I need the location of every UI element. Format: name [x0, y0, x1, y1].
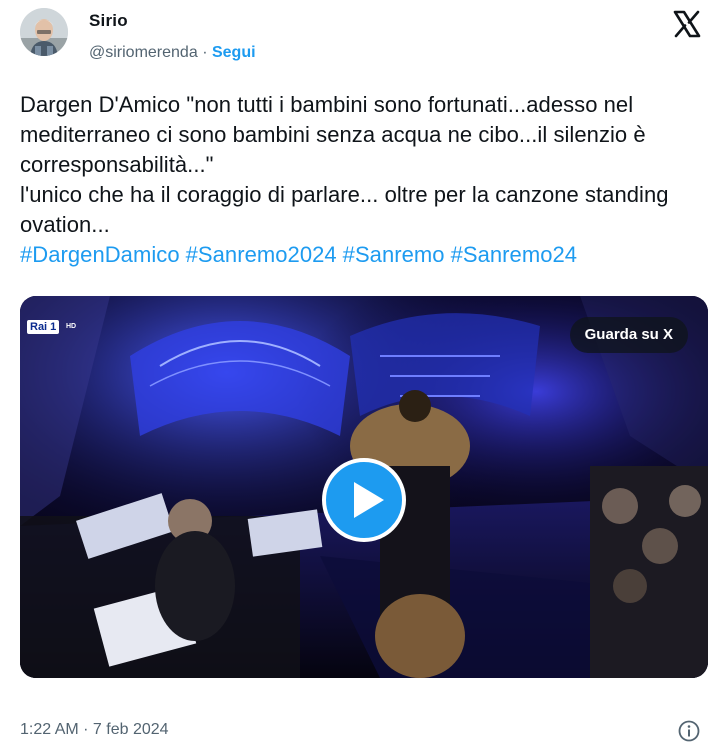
timestamp[interactable]: 1:22 AM · 7 feb 2024 — [20, 721, 169, 739]
info-icon[interactable] — [678, 720, 700, 742]
watch-on-x-button[interactable]: Guarda su X — [569, 317, 688, 353]
hashtag-link[interactable]: #Sanremo2024 — [186, 242, 337, 267]
separator: · — [202, 44, 208, 61]
tweet-line: Dargen D'Amico "non tutti i bambini sono… — [20, 92, 646, 177]
channel-sub: HD — [66, 323, 77, 330]
play-icon — [354, 482, 384, 518]
hashtag-link[interactable]: #Sanremo24 — [451, 242, 577, 267]
tweet-text: Dargen D'Amico "non tutti i bambini sono… — [20, 90, 710, 270]
tweet-line: l'unico che ha il coraggio di parlare...… — [20, 182, 669, 237]
hashtag-link[interactable]: #DargenDamico — [20, 242, 180, 267]
author-handle[interactable]: @siriomerenda — [89, 44, 198, 61]
bernie-sanders-avatar — [20, 8, 68, 56]
avatar[interactable] — [20, 8, 68, 56]
author-handle-row: @siriomerenda · Segui — [89, 44, 256, 62]
hashtag-link[interactable]: #Sanremo — [343, 242, 445, 267]
hashtags: #DargenDamico #Sanremo2024 #Sanremo #Sanrem… — [20, 240, 710, 270]
video-media[interactable]: Rai 1 HD Guarda su X — [20, 296, 708, 678]
author-name[interactable]: Sirio — [89, 11, 128, 31]
play-button[interactable] — [322, 458, 406, 542]
follow-button[interactable]: Segui — [212, 44, 256, 61]
channel-logo: Rai 1 — [27, 320, 60, 334]
x-logo-icon[interactable] — [672, 9, 702, 39]
